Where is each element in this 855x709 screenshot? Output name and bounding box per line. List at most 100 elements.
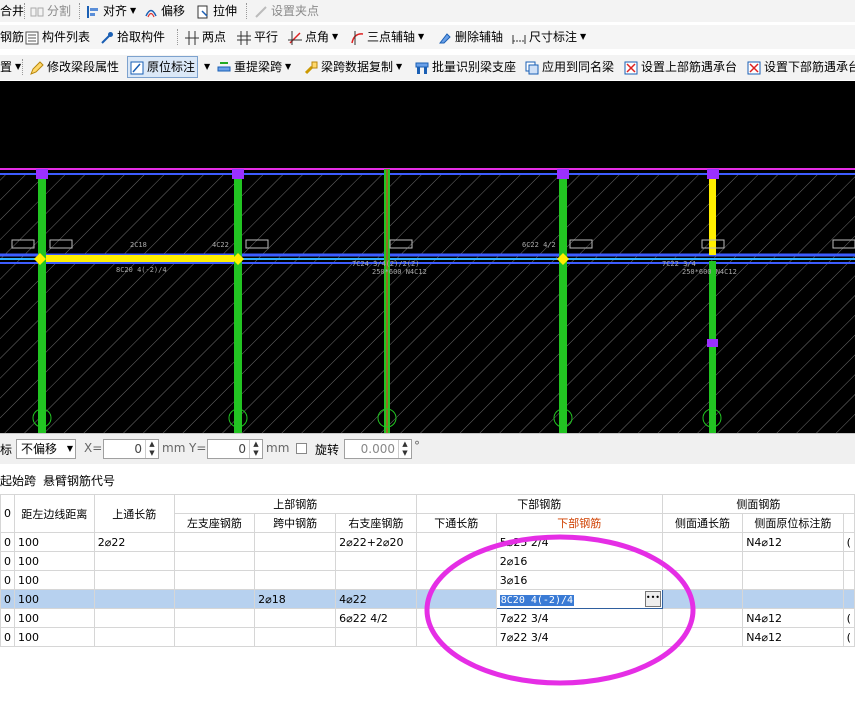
split-button[interactable]: 分割 (30, 0, 71, 22)
set-lower-button[interactable]: 设置下部筋遇承台 (747, 56, 855, 78)
cell-extra[interactable] (842, 570, 855, 590)
cell-left[interactable] (173, 589, 256, 609)
cell-left[interactable] (173, 532, 256, 552)
cell-bottom[interactable]: 7⌀22 3/4 (495, 627, 663, 647)
cell-dist[interactable]: 100 (14, 551, 95, 571)
cell-bthrough[interactable] (415, 532, 497, 552)
y-spinner[interactable]: ▲ ▼ (249, 440, 262, 458)
start-span-button[interactable]: 起始跨 (0, 472, 36, 489)
table-row[interactable]: 0 100 3⌀16 (0, 570, 855, 590)
point-angle-button[interactable]: 点角 ▼ (288, 26, 338, 48)
cell-bthrough[interactable] (415, 627, 497, 647)
settings-button[interactable]: 置 ▼ (0, 56, 21, 78)
table-row[interactable]: 0 100 6⌀22 4/2 7⌀22 3/4 N4⌀12 ( (0, 608, 855, 628)
cell-id[interactable]: 0 (0, 570, 15, 590)
cell-id[interactable]: 0 (0, 589, 15, 609)
cell-bthrough[interactable] (415, 589, 497, 609)
cell-top[interactable] (93, 589, 175, 609)
cell-right[interactable] (335, 627, 417, 647)
offset-button[interactable]: 偏移 (144, 0, 185, 22)
cell-extra[interactable]: ( (842, 627, 855, 647)
column-5-highlight[interactable] (709, 169, 716, 255)
cell-top[interactable]: 2⌀22 (93, 532, 175, 552)
respan-button[interactable]: 重提梁跨 ▼ (217, 56, 291, 78)
apply-same-button[interactable]: 应用到同名梁 (525, 56, 614, 78)
cell-side[interactable] (661, 627, 744, 647)
cell-dist[interactable]: 100 (14, 532, 95, 552)
cell-id[interactable]: 0 (0, 532, 15, 552)
original-mark-button[interactable]: 原位标注 (127, 56, 199, 78)
cell-sidemark[interactable]: N4⌀12 (742, 608, 844, 628)
cell-bottom-editing[interactable]: 8C20 4(-2)/4 ••• (495, 589, 663, 609)
cell-left[interactable] (173, 570, 256, 590)
cell-bthrough[interactable] (415, 608, 497, 628)
modify-segment-button[interactable]: 修改梁段属性 (30, 56, 119, 78)
cell-side[interactable] (661, 570, 744, 590)
cell-mid[interactable] (254, 570, 337, 590)
cell-bottom[interactable]: 5⌀25 2/4 (495, 532, 663, 552)
cell-side[interactable] (661, 608, 744, 628)
cell-id[interactable]: 0 (0, 627, 15, 647)
cell-sidemark[interactable] (742, 551, 844, 571)
parallel-button[interactable]: 平行 (237, 26, 278, 48)
x-input[interactable]: 0 ▲ ▼ (103, 439, 159, 459)
mark-dropdown-button[interactable]: ▼ (204, 56, 210, 78)
two-point-button[interactable]: 两点 (185, 26, 226, 48)
bottom-rebar-input[interactable]: 8C20 4(-2)/4 (499, 594, 575, 606)
cell-mid[interactable]: 2⌀18 (254, 589, 337, 609)
table-row[interactable]: 0 100 2⌀16 (0, 551, 855, 571)
column-4[interactable] (559, 169, 567, 433)
cell-top[interactable] (93, 551, 175, 571)
three-point-axis-button[interactable]: 三点辅轴 ▼ (350, 26, 424, 48)
cell-dist[interactable]: 100 (14, 627, 95, 647)
dimension-button[interactable]: 尺寸标注 ▼ (512, 26, 586, 48)
batch-support-button[interactable]: 批量识别梁支座 (415, 56, 516, 78)
cell-side[interactable] (661, 532, 744, 552)
cell-right[interactable]: 2⌀22+2⌀20 (335, 532, 417, 552)
offset-mode-select[interactable]: 不偏移 ▼ (16, 439, 76, 459)
cell-extra[interactable] (842, 551, 855, 571)
cell-mid[interactable] (254, 627, 337, 647)
cell-dist[interactable]: 100 (14, 608, 95, 628)
cell-extra[interactable]: ( (842, 608, 855, 628)
stretch-button[interactable]: 拉伸 (196, 0, 237, 22)
cell-dist[interactable]: 100 (14, 589, 95, 609)
delete-axis-button[interactable]: 删除辅轴 (438, 26, 503, 48)
align-button[interactable]: 对齐 ▼ (86, 0, 136, 22)
rotate-input[interactable]: 0.000 ▲ ▼ (344, 439, 412, 459)
cell-dist[interactable]: 100 (14, 570, 95, 590)
cell-top[interactable] (93, 570, 175, 590)
cell-top[interactable] (93, 608, 175, 628)
table-row[interactable]: 0 100 2⌀22 2⌀22+2⌀20 5⌀25 2/4 N4⌀12 ( (0, 532, 855, 552)
cell-sidemark[interactable] (742, 570, 844, 590)
pick-component-button[interactable]: 拾取构件 (100, 26, 165, 48)
cell-right[interactable]: 6⌀22 4/2 (335, 608, 417, 628)
span-copy-button[interactable]: 梁跨数据复制 ▼ (304, 56, 402, 78)
cell-id[interactable]: 0 (0, 551, 15, 571)
cell-side[interactable] (661, 589, 744, 609)
cell-extra[interactable]: ( (842, 532, 855, 552)
table-row[interactable]: 0 100 7⌀22 3/4 N4⌀12 ( (0, 627, 855, 647)
cell-mid[interactable] (254, 532, 337, 552)
cell-sidemark[interactable]: N4⌀12 (742, 532, 844, 552)
cantilever-code-button[interactable]: 悬臂钢筋代号 (43, 472, 115, 489)
cell-mid[interactable] (254, 551, 337, 571)
cell-right[interactable] (335, 551, 417, 571)
cad-canvas[interactable]: 2C18 4C22 8C20 4(-2)/4 7C24 3/4(2)/2(2) … (0, 81, 855, 433)
beam-drawing[interactable]: 2C18 4C22 8C20 4(-2)/4 7C24 3/4(2)/2(2) … (0, 81, 855, 433)
cell-left[interactable] (173, 627, 256, 647)
selected-beam-segment[interactable] (40, 255, 240, 262)
cell-extra[interactable] (842, 589, 855, 609)
cell-mid[interactable] (254, 608, 337, 628)
table-row-selected[interactable]: 0 100 2⌀18 4⌀22 8C20 4(-2)/4 ••• (0, 589, 855, 609)
column-2[interactable] (234, 169, 242, 433)
cell-top[interactable] (93, 627, 175, 647)
cell-bthrough[interactable] (415, 570, 497, 590)
rotate-spinner[interactable]: ▲ ▼ (398, 440, 411, 458)
cell-sidemark[interactable]: N4⌀12 (742, 627, 844, 647)
x-spinner[interactable]: ▲ ▼ (145, 440, 158, 458)
set-upper-button[interactable]: 设置上部筋遇承台 (624, 56, 737, 78)
cell-bottom[interactable]: 3⌀16 (495, 570, 663, 590)
y-input[interactable]: 0 ▲ ▼ (207, 439, 263, 459)
cell-right[interactable]: 4⌀22 (335, 589, 417, 609)
